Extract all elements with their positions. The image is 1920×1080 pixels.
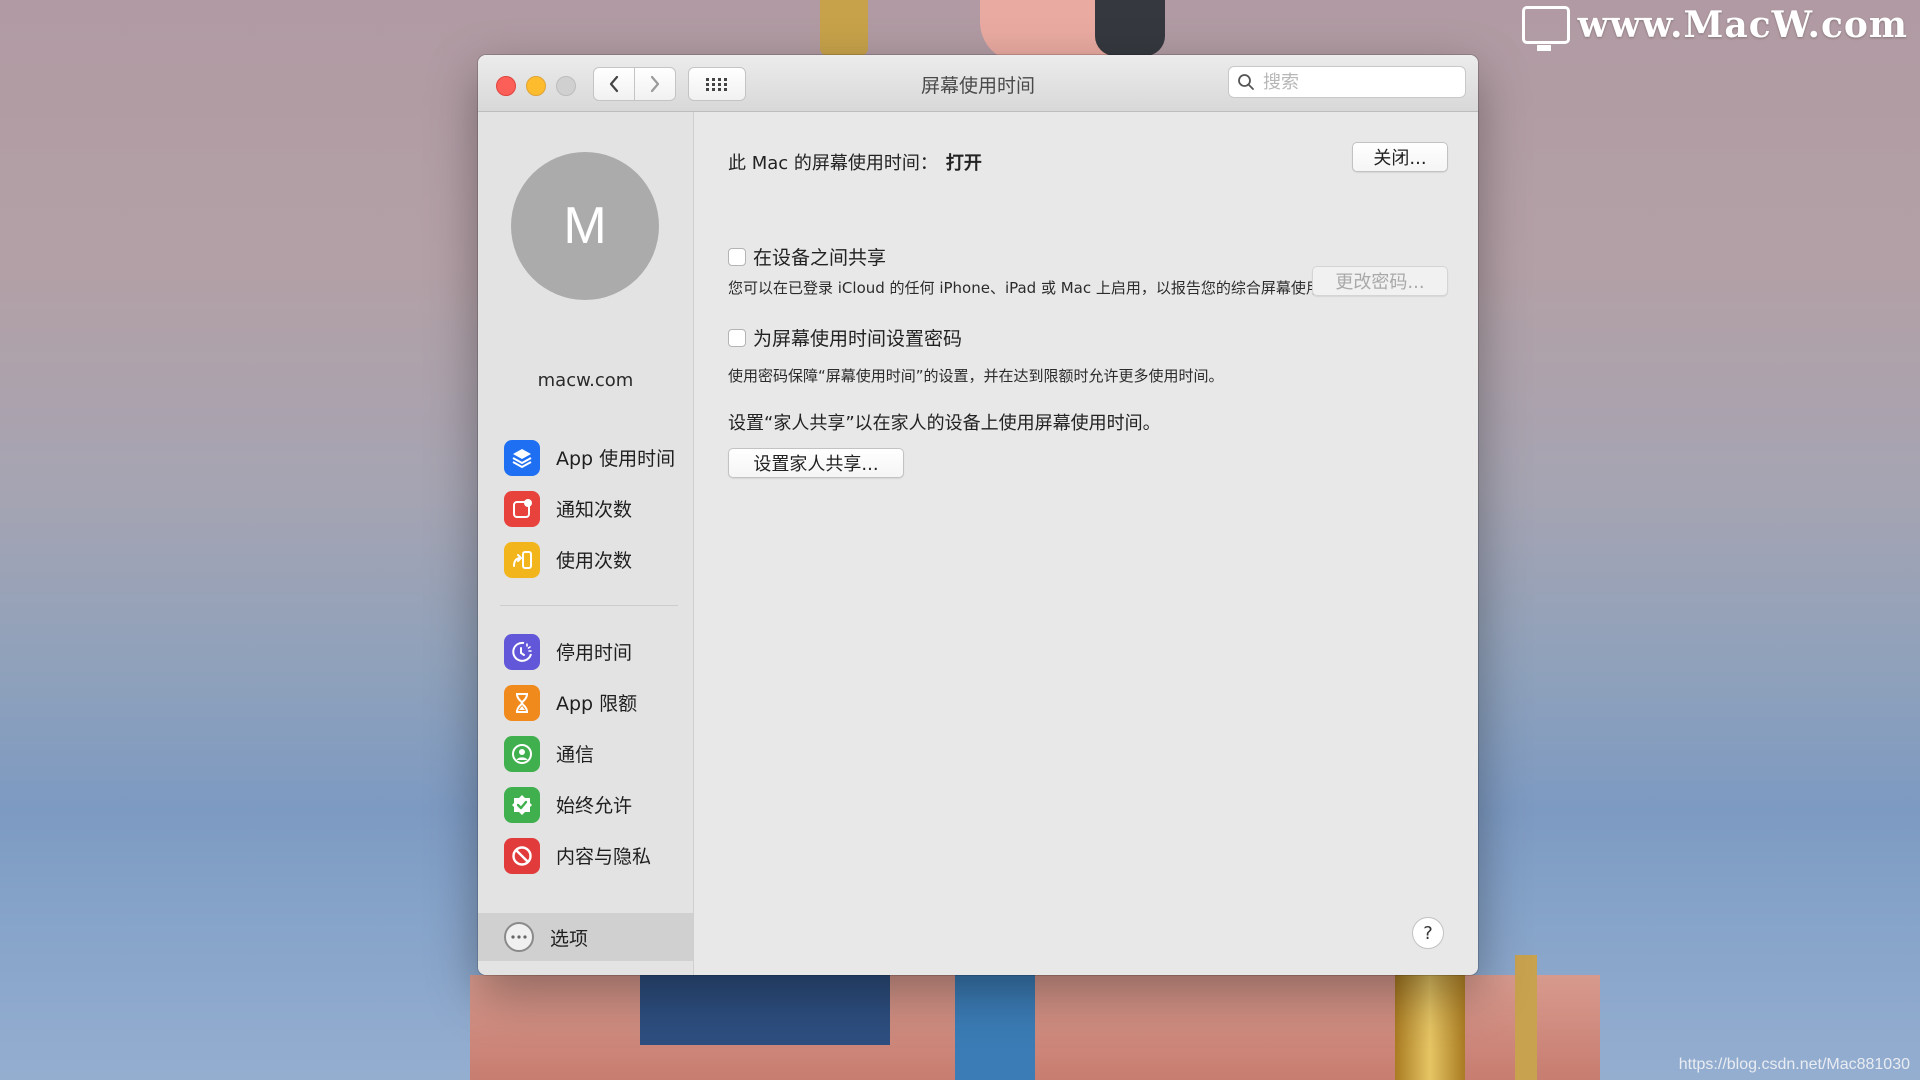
watermark-text: www.MacW.com <box>1577 4 1908 46</box>
notification-badge-icon <box>504 490 540 527</box>
wallpaper-castle-gold-spire <box>1395 975 1465 1080</box>
no-entry-icon <box>504 837 540 874</box>
checkmark-shield-icon <box>504 786 540 823</box>
share-description: 您可以在已登录 iCloud 的任何 iPhone、iPad 或 Mac 上启用… <box>728 279 1366 297</box>
sidebar-item-pickups[interactable]: 使用次数 <box>478 534 693 585</box>
avatar[interactable]: M <box>511 152 659 300</box>
sidebar-list: App 使用时间 通知次数 使用次数 停用时间 App 限额 通信 始终允许 内… <box>478 432 693 881</box>
more-options-icon <box>504 922 534 952</box>
sidebar-divider <box>500 605 678 606</box>
person-contact-icon <box>504 735 540 772</box>
family-sharing-text: 设置“家人共享”以在家人的设备上使用屏幕使用时间。 <box>728 413 1161 434</box>
status-value: 打开 <box>945 153 982 174</box>
passcode-description: 使用密码保障“屏幕使用时间”的设置，并在达到限额时允许更多使用时间。 <box>728 367 1224 385</box>
passcode-checkbox[interactable] <box>728 328 746 347</box>
share-across-devices-row[interactable]: 在设备之间共享 <box>728 243 886 270</box>
monitor-icon <box>1521 6 1570 51</box>
search-icon <box>1238 74 1254 90</box>
title-bar: 屏幕使用时间 <box>478 55 1478 112</box>
search-input[interactable] <box>1261 70 1455 94</box>
username: macw.com <box>537 370 634 391</box>
turn-off-button[interactable]: 关闭... <box>1352 142 1448 172</box>
sidebar-item-label: 始终允许 <box>556 795 633 817</box>
wallpaper-tower-dark <box>1095 0 1165 56</box>
sidebar-item-always-allowed[interactable]: 始终允许 <box>478 779 693 830</box>
search-field[interactable] <box>1228 66 1466 98</box>
sidebar-item-content-privacy[interactable]: 内容与隐私 <box>478 830 693 881</box>
hourglass-icon <box>504 684 540 721</box>
sidebar: M macw.com App 使用时间 通知次数 使用次数 停用时间 App 限… <box>478 112 694 975</box>
passcode-row[interactable]: 为屏幕使用时间设置密码 <box>728 324 962 351</box>
wallpaper-gold-ornament <box>820 0 868 56</box>
help-button[interactable]: ? <box>1412 917 1444 949</box>
sidebar-item-label: 通信 <box>556 744 595 766</box>
sidebar-item-label: App 限额 <box>556 693 638 715</box>
passcode-label: 为屏幕使用时间设置密码 <box>753 328 963 350</box>
status-label: 此 Mac 的屏幕使用时间： <box>728 153 938 174</box>
share-across-devices-checkbox[interactable] <box>728 247 746 266</box>
wallpaper-castle-spire <box>1515 955 1537 1080</box>
blog-url: https://blog.csdn.net/Mac881030 <box>1678 1056 1910 1073</box>
sidebar-item-label: 通知次数 <box>556 499 633 521</box>
main-content: 此 Mac 的屏幕使用时间： 打开 关闭... 在设备之间共享 您可以在已登录 i… <box>694 112 1478 975</box>
share-across-devices-label: 在设备之间共享 <box>753 247 887 269</box>
setup-family-sharing-button[interactable]: 设置家人共享... <box>728 448 904 478</box>
sidebar-item-label: 停用时间 <box>556 642 633 664</box>
screen-time-status: 此 Mac 的屏幕使用时间： 打开 <box>728 149 982 175</box>
wallpaper-castle-roof <box>640 975 890 1045</box>
watermark: www.MacW.com <box>1521 4 1908 51</box>
pickup-phone-icon <box>504 541 540 578</box>
sidebar-item-label: 使用次数 <box>556 550 633 572</box>
sidebar-item-downtime[interactable]: 停用时间 <box>478 626 693 677</box>
sidebar-item-options[interactable]: 选项 <box>478 913 693 961</box>
sidebar-item-notifications[interactable]: 通知次数 <box>478 483 693 534</box>
downtime-moon-clock-icon <box>504 633 540 670</box>
sidebar-item-label: App 使用时间 <box>556 448 676 470</box>
sidebar-item-app-limits[interactable]: App 限额 <box>478 677 693 728</box>
screen-time-window: 屏幕使用时间 M macw.com App 使用时间 通知次数 <box>478 55 1478 975</box>
sidebar-item-communication[interactable]: 通信 <box>478 728 693 779</box>
sidebar-item-label: 内容与隐私 <box>556 846 652 868</box>
stack-layers-icon <box>504 439 540 476</box>
change-passcode-button[interactable]: 更改密码... <box>1312 266 1448 296</box>
sidebar-item-label: 选项 <box>550 927 589 950</box>
sidebar-item-app-usage[interactable]: App 使用时间 <box>478 432 693 483</box>
wallpaper-castle-blue-tower <box>955 975 1035 1080</box>
